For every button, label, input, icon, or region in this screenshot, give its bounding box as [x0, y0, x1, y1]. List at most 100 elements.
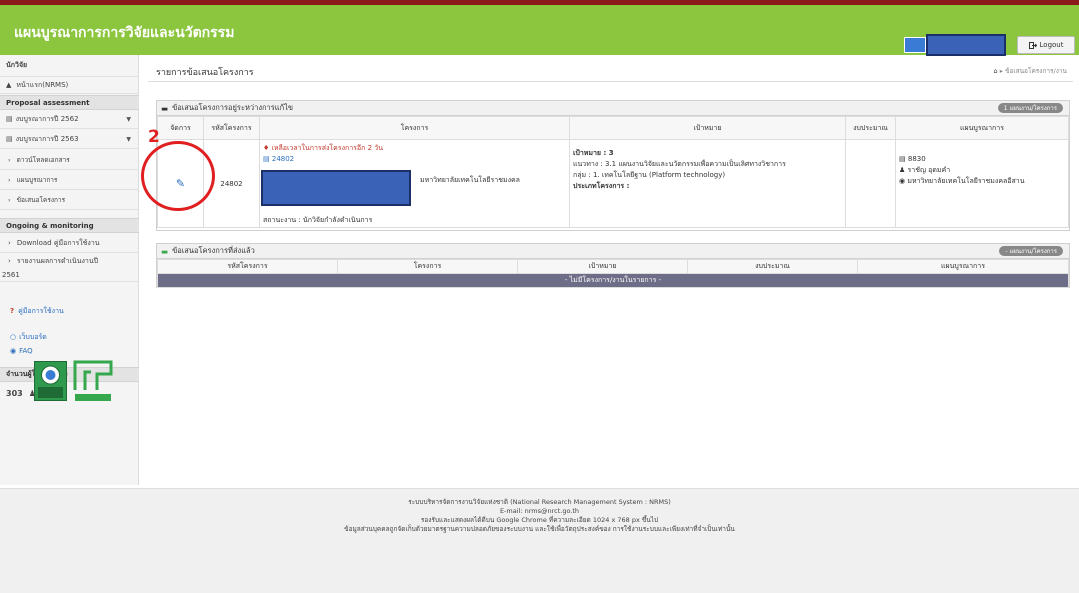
logout-button[interactable]: Logout: [1017, 36, 1075, 54]
project-code: 24802: [220, 179, 243, 188]
nrct-emblem-icon: [38, 365, 63, 398]
project-code-link-text: 24802: [271, 155, 295, 163]
plan-person: ราชัญ อุดมคำ: [907, 166, 951, 174]
chevron-right-icon: ›: [8, 257, 11, 265]
panel-header: ▬ ข้อเสนอโครงการอยู่ระหว่างการแก้ไข 1 แผ…: [157, 101, 1069, 116]
footer-line: รองรับและแสดงผลได้ดีบน Google Chrome ที่…: [420, 516, 659, 524]
sidebar-link-webboard[interactable]: ○ เว็บบอร์ด: [0, 330, 139, 344]
project-type: ประเภทโครงการ :: [573, 182, 630, 190]
footer-email[interactable]: E-mail: nrms@nrct.go.th: [0, 507, 1079, 516]
sidebar-item-label: งบบูรณาการปี 2562: [15, 114, 79, 123]
sidebar-item-report-year[interactable]: 2561: [0, 268, 139, 282]
list-icon: ▬: [161, 103, 169, 113]
home-icon[interactable]: ⌂: [994, 67, 998, 75]
sidebar-item-plan[interactable]: › แผนบูรณาการ: [0, 170, 139, 190]
chevron-down-icon: ▼: [126, 135, 131, 143]
deadline-text: เหลือเวลาในการส่งโครงการอีก 2 วัน: [271, 144, 383, 152]
footer-line: ระบบบริหารจัดการงานวิจัยแห่งชาติ (Nation…: [408, 498, 671, 506]
column-header: แผนบูรณาการ: [895, 116, 1069, 140]
empty-message: - ไม่มีโครงการ/งานในรายการ -: [157, 273, 1069, 288]
list-icon: ▬: [161, 246, 169, 256]
panel-title: ข้อเสนอโครงการที่ส่งแล้ว: [172, 246, 255, 255]
column-header: จัดการ: [157, 116, 204, 140]
online-counter: 303 ♟ คน ⚲: [0, 386, 139, 400]
annotation-number: 2: [148, 127, 160, 147]
footer-line: ข้อมูลส่วนบุคคลถูกจัดเก็บด้วยมาตรฐานความ…: [344, 525, 735, 533]
target-value: เป้าหมาย : 3: [573, 149, 614, 157]
plan-code-row: ▤ 8830: [899, 154, 1065, 165]
sidebar-link-label: เว็บบอร์ด: [19, 332, 47, 341]
title-divider: [148, 81, 1073, 82]
sidebar-item-budget-2562[interactable]: ▤ งบบูรณาการปี 2562 ▼: [0, 110, 139, 129]
sidebar-item-label: งบบูรณาการปี 2563: [15, 134, 79, 143]
sidebar-item-download-manual[interactable]: › Download คู่มือการใช้งาน: [0, 234, 139, 253]
sidebar-item-budget-2563[interactable]: ▤ งบบูรณาการปี 2563 ▼: [0, 130, 139, 149]
sidebar-link-faq[interactable]: ◉ FAQ: [0, 344, 139, 358]
sidebar-item-home[interactable]: ▲ หน้าแรก(NRMS): [0, 77, 139, 94]
target-direction: แนวทาง : 3.1 แผนงานวิจัยและนวัตกรรมเพื่อ…: [573, 160, 786, 168]
sidebar-link-label: คู่มือการใช้งาน: [18, 306, 64, 315]
column-header: รหัสโครงการ: [157, 259, 338, 274]
sidebar-item-report[interactable]: › รายงานผลการดำเนินงานปี: [0, 254, 139, 268]
home-icon: ▲: [6, 81, 12, 89]
sidebar-link-manual[interactable]: ? คู่มือการใช้งาน: [0, 304, 139, 318]
plan-code: 8830: [907, 155, 926, 163]
panel-editing-proposals: ▬ ข้อเสนอโครงการอยู่ระหว่างการแก้ไข 1 แผ…: [156, 100, 1070, 231]
breadcrumb: ⌂ ▸ ข้อเสนอโครงการ/งาน: [994, 66, 1067, 76]
chevron-right-icon: ›: [8, 155, 11, 164]
sidebar-item-proposals[interactable]: › ข้อเสนอโครงการ: [0, 190, 139, 210]
panel-header: ▬ ข้อเสนอโครงการที่ส่งแล้ว - แผนงาน/โครง…: [157, 244, 1069, 259]
faq-icon: ◉: [10, 347, 17, 355]
column-header: แผนบูรณาการ: [857, 259, 1069, 274]
user-icon: ♟: [899, 166, 906, 174]
chevron-right-icon: ›: [8, 195, 11, 204]
sidebar-item-label: ข้อเสนอโครงการ: [16, 195, 66, 204]
column-header: โครงการ: [337, 259, 518, 274]
budget-cell: [845, 139, 896, 228]
project-code-link[interactable]: ▤ 24802: [263, 154, 566, 165]
sidebar-role-label: นักวิจัย: [0, 55, 139, 77]
chevron-right-icon: ›: [8, 175, 11, 184]
sidebar-item-label: หน้าแรก(NRMS): [16, 80, 69, 89]
sidebar-heading-online: จำนวนผู้ใช้ Online: [0, 367, 139, 382]
nrct-logo: [34, 361, 67, 401]
panel-title: ข้อเสนอโครงการอยู่ระหว่างการแก้ไข: [172, 103, 294, 112]
question-icon: ?: [10, 307, 15, 315]
breadcrumb-separator: ▸: [999, 67, 1003, 75]
page-title: รายการข้อเสนอโครงการ: [156, 68, 254, 78]
sidebar-heading-ongoing: Ongoing & monitoring: [0, 218, 139, 233]
table-header-row: จัดการ รหัสโครงการ โครงการ เป้าหมาย งบปร…: [157, 116, 1069, 140]
count-badge: - แผนงาน/โครงการ: [999, 246, 1063, 256]
calendar-icon: ▤: [6, 115, 13, 123]
submitted-proposals-table: รหัสโครงการ โครงการ เป้าหมาย งบประมาณ แผ…: [157, 259, 1069, 288]
logout-label: Logout: [1039, 41, 1064, 49]
logout-icon: [1028, 41, 1037, 49]
sidebar-item-label: Download คู่มือการใช้งาน: [16, 238, 100, 247]
user-area[interactable]: [904, 34, 1006, 56]
column-header: เป้าหมาย: [569, 116, 846, 140]
app-title: แผนบูรณาการการวิจัยและนวัตกรรม: [14, 25, 235, 41]
empty-row: - ไม่มีโครงการ/งานในรายการ -: [157, 273, 1069, 288]
footer: ระบบบริหารจัดการงานวิจัยแห่งชาติ (Nation…: [0, 488, 1079, 593]
calendar-icon: ▤: [6, 135, 13, 143]
plan-person-row: ♟ ราชัญ อุดมคำ: [899, 165, 1065, 176]
target-cell: เป้าหมาย : 3 แนวทาง : 3.1 แผนงานวิจัยและ…: [569, 139, 846, 228]
sidebar: นักวิจัย ▲ หน้าแรก(NRMS) Proposal assess…: [0, 55, 139, 485]
main-content: รายการข้อเสนอโครงการ ⌂ ▸ ข้อเสนอโครงการ/…: [140, 55, 1079, 485]
column-header: เป้าหมาย: [517, 259, 688, 274]
user-avatar[interactable]: [904, 37, 926, 53]
column-header: รหัสโครงการ: [203, 116, 260, 140]
nrms-logo: [71, 356, 115, 404]
redacted-project-name: [261, 170, 411, 206]
target-group: กลุ่ม : 1. เทคโนโลยีฐาน (Platform techno…: [573, 171, 726, 179]
sidebar-item-label: ดาวน์โหลดเอกสาร: [16, 155, 70, 164]
sidebar-heading-proposal: Proposal assessment: [0, 95, 139, 110]
sidebar-item-label: รายงานผลการดำเนินงานปี: [16, 256, 99, 265]
column-header: โครงการ: [259, 116, 570, 140]
project-university: มหาวิทยาลัยเทคโนโลยีราชมงคล: [420, 176, 520, 184]
chat-icon: ○: [10, 333, 17, 341]
chevron-right-icon: ›: [8, 239, 11, 247]
panel-submitted-proposals: ▬ ข้อเสนอโครงการที่ส่งแล้ว - แผนงาน/โครง…: [156, 243, 1070, 288]
sidebar-item-download-docs[interactable]: › ดาวน์โหลดเอกสาร: [0, 150, 139, 170]
location-icon: ◉: [899, 177, 906, 185]
